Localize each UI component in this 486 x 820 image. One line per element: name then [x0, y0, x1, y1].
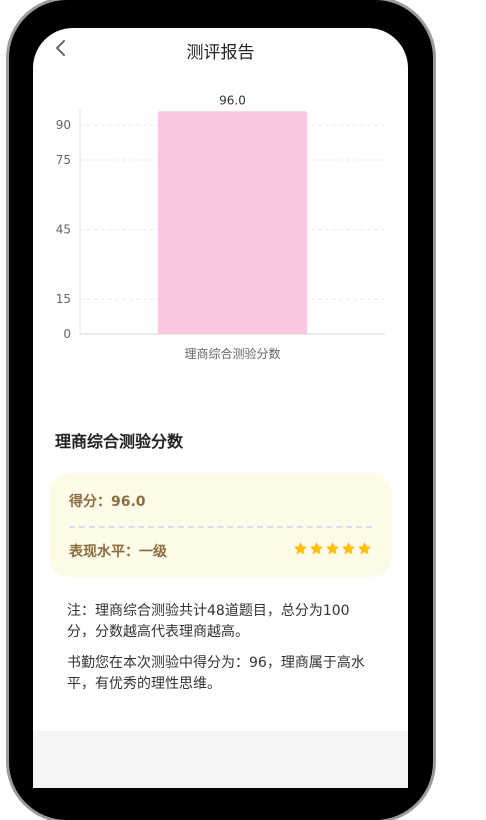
bar — [157, 111, 308, 334]
score-label: 得分： — [69, 494, 111, 510]
page-title: 测评报告 — [186, 43, 255, 63]
y-tick-label: 90 — [56, 118, 71, 132]
score-value: 96.0 — [111, 494, 146, 510]
x-tick-label: 理商综合测验分数 — [184, 346, 280, 361]
star-icon — [342, 542, 355, 555]
bottom-area — [33, 731, 408, 788]
y-tick-label: 0 — [63, 327, 71, 341]
score-card: 得分：96.0 表现水平：一级 — [49, 473, 392, 577]
star-icon — [358, 542, 371, 555]
star-icon — [310, 542, 323, 555]
y-tick-label: 75 — [56, 153, 71, 167]
star-rating — [293, 541, 372, 556]
note-text-1: 注：理商综合测验共计48道题目，总分为100分，分数越高代表理商越高。 — [67, 603, 350, 640]
star-icon — [326, 542, 339, 555]
level-line: 表现水平：一级 — [69, 541, 167, 561]
data-label: 96.0 — [219, 93, 246, 107]
nav-bar: 测评报告 — [33, 28, 408, 72]
y-tick-label: 15 — [56, 292, 71, 306]
score-line: 得分：96.0 — [69, 491, 146, 511]
star-icon — [294, 542, 307, 555]
section-title: 理商综合测验分数 — [55, 432, 184, 451]
screen: 测评报告 0 15 45 75 90 96.0 理商综合测验分数 理商综合测验分数 得分：9… — [33, 28, 408, 788]
level-value: 一级 — [139, 544, 167, 560]
divider — [69, 526, 372, 528]
bar-chart: 0 15 45 75 90 96.0 理商综合测验分数 — [56, 93, 385, 361]
y-tick-label: 45 — [56, 223, 71, 237]
level-label: 表现水平： — [69, 544, 139, 560]
note-text-2: 书勤您在本次测验中得分为：96，理商属于高水平，有优秀的理性思维。 — [67, 655, 365, 692]
